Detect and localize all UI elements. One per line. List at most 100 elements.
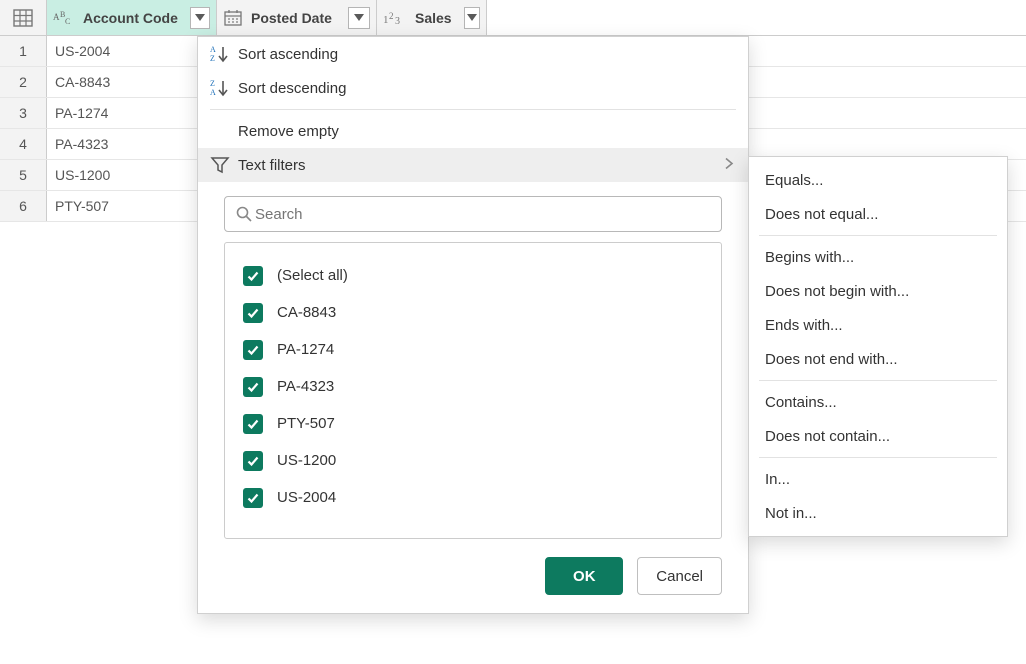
- menu-sort-ascending[interactable]: A Z Sort ascending: [198, 37, 748, 71]
- svg-text:A: A: [210, 45, 216, 54]
- filter-values-panel: (Select all) CA-8843 PA-1274 PA-4323 PTY…: [224, 242, 722, 539]
- cell-account[interactable]: US-2004: [47, 36, 217, 66]
- chevron-down-icon: [467, 14, 477, 21]
- submenu-label: Contains...: [765, 394, 837, 411]
- text-filter-not-contain[interactable]: Does not contain...: [749, 419, 1007, 453]
- cell-account[interactable]: PA-1274: [47, 98, 217, 128]
- checkbox-checked-icon[interactable]: [243, 414, 263, 434]
- row-number: 6: [0, 191, 47, 221]
- sort-asc-icon: A Z: [210, 44, 238, 64]
- submenu-label: Ends with...: [765, 317, 843, 334]
- submenu-label: Equals...: [765, 172, 823, 189]
- menu-sort-descending[interactable]: Z A Sort descending: [198, 71, 748, 105]
- filter-value-select-all[interactable]: (Select all): [243, 257, 703, 294]
- search-box[interactable]: [224, 196, 722, 232]
- chevron-right-icon: [724, 157, 734, 174]
- submenu-label: Begins with...: [765, 249, 854, 266]
- row-number: 2: [0, 67, 47, 97]
- checkbox-checked-icon[interactable]: [243, 266, 263, 286]
- cell-account[interactable]: CA-8843: [47, 67, 217, 97]
- svg-text:3: 3: [395, 16, 400, 27]
- checkbox-checked-icon[interactable]: [243, 303, 263, 323]
- filter-value-label: US-1200: [277, 452, 336, 469]
- checkbox-checked-icon[interactable]: [243, 340, 263, 360]
- cancel-button[interactable]: Cancel: [637, 557, 722, 595]
- filter-value-item[interactable]: US-1200: [243, 442, 703, 479]
- text-filter-not-equal[interactable]: Does not equal...: [749, 197, 1007, 231]
- svg-text:Z: Z: [210, 54, 215, 63]
- column-header-row: A B C Account Code Posted Date: [0, 0, 1026, 36]
- svg-text:1: 1: [383, 14, 389, 26]
- text-type-icon: A B C: [53, 9, 75, 27]
- text-filter-not-begin-with[interactable]: Does not begin with...: [749, 274, 1007, 308]
- filter-value-label: CA-8843: [277, 304, 336, 321]
- dialog-button-row: OK Cancel: [198, 557, 722, 595]
- column-filter-button-posted[interactable]: [348, 7, 370, 29]
- filter-value-label: PA-4323: [277, 378, 334, 395]
- column-label: Account Code: [75, 10, 186, 26]
- column-filter-button-account[interactable]: [190, 7, 210, 29]
- text-filter-not-end-with[interactable]: Does not end with...: [749, 342, 1007, 376]
- column-label: Posted Date: [243, 10, 340, 26]
- column-filter-button-sales[interactable]: [464, 7, 480, 29]
- button-label: Cancel: [656, 568, 703, 585]
- checkbox-checked-icon[interactable]: [243, 488, 263, 508]
- chevron-down-icon: [354, 14, 364, 21]
- checkbox-checked-icon[interactable]: [243, 377, 263, 397]
- checkbox-checked-icon[interactable]: [243, 451, 263, 471]
- row-number: 1: [0, 36, 47, 66]
- row-number: 4: [0, 129, 47, 159]
- menu-label: Text filters: [238, 157, 306, 174]
- text-filter-begins-with[interactable]: Begins with...: [749, 240, 1007, 274]
- filter-value-item[interactable]: PA-1274: [243, 331, 703, 368]
- menu-separator: [210, 109, 736, 110]
- cell-account[interactable]: US-1200: [47, 160, 217, 190]
- filter-value-label: US-2004: [277, 489, 336, 506]
- text-filter-in[interactable]: In...: [749, 462, 1007, 496]
- menu-label: Sort ascending: [238, 46, 338, 63]
- filter-value-label: PTY-507: [277, 415, 335, 432]
- select-all-corner[interactable]: [0, 0, 47, 35]
- submenu-label: Does not contain...: [765, 428, 890, 445]
- filter-value-item[interactable]: PA-4323: [243, 368, 703, 405]
- row-number: 5: [0, 160, 47, 190]
- filter-value-item[interactable]: US-2004: [243, 479, 703, 516]
- table-icon: [13, 9, 33, 27]
- text-filters-submenu: Equals... Does not equal... Begins with.…: [748, 156, 1008, 537]
- text-filter-contains[interactable]: Contains...: [749, 385, 1007, 419]
- sort-desc-icon: Z A: [210, 78, 238, 98]
- column-header-posted[interactable]: Posted Date: [217, 0, 377, 35]
- menu-remove-empty[interactable]: Remove empty: [198, 114, 748, 148]
- text-filter-equals[interactable]: Equals...: [749, 163, 1007, 197]
- menu-text-filters[interactable]: Text filters: [198, 148, 748, 182]
- filter-value-label: (Select all): [277, 267, 348, 284]
- cell-account[interactable]: PA-4323: [47, 129, 217, 159]
- menu-separator: [759, 380, 997, 381]
- filter-value-item[interactable]: PTY-507: [243, 405, 703, 442]
- filter-value-item[interactable]: CA-8843: [243, 294, 703, 331]
- search-input[interactable]: [253, 205, 711, 224]
- ok-button[interactable]: OK: [545, 557, 623, 595]
- menu-separator: [759, 235, 997, 236]
- row-number: 3: [0, 98, 47, 128]
- column-header-account[interactable]: A B C Account Code: [47, 0, 217, 35]
- submenu-label: Does not begin with...: [765, 283, 909, 300]
- column-header-sales[interactable]: 1 2 3 Sales: [377, 0, 487, 35]
- column-label: Sales: [407, 10, 460, 26]
- menu-label: Sort descending: [238, 80, 346, 97]
- filter-icon: [210, 156, 238, 174]
- text-filter-ends-with[interactable]: Ends with...: [749, 308, 1007, 342]
- text-filter-not-in[interactable]: Not in...: [749, 496, 1007, 530]
- svg-text:2: 2: [389, 11, 394, 21]
- cell-account[interactable]: PTY-507: [47, 191, 217, 221]
- submenu-label: In...: [765, 471, 790, 488]
- chevron-down-icon: [195, 14, 205, 21]
- submenu-label: Not in...: [765, 505, 817, 522]
- column-filter-dropdown: A Z Sort ascending Z A Sort descending R…: [197, 36, 749, 614]
- menu-separator: [759, 457, 997, 458]
- svg-text:C: C: [65, 17, 70, 26]
- svg-text:A: A: [53, 12, 60, 22]
- submenu-label: Does not equal...: [765, 206, 878, 223]
- menu-label: Remove empty: [238, 123, 339, 140]
- date-type-icon: [223, 9, 243, 27]
